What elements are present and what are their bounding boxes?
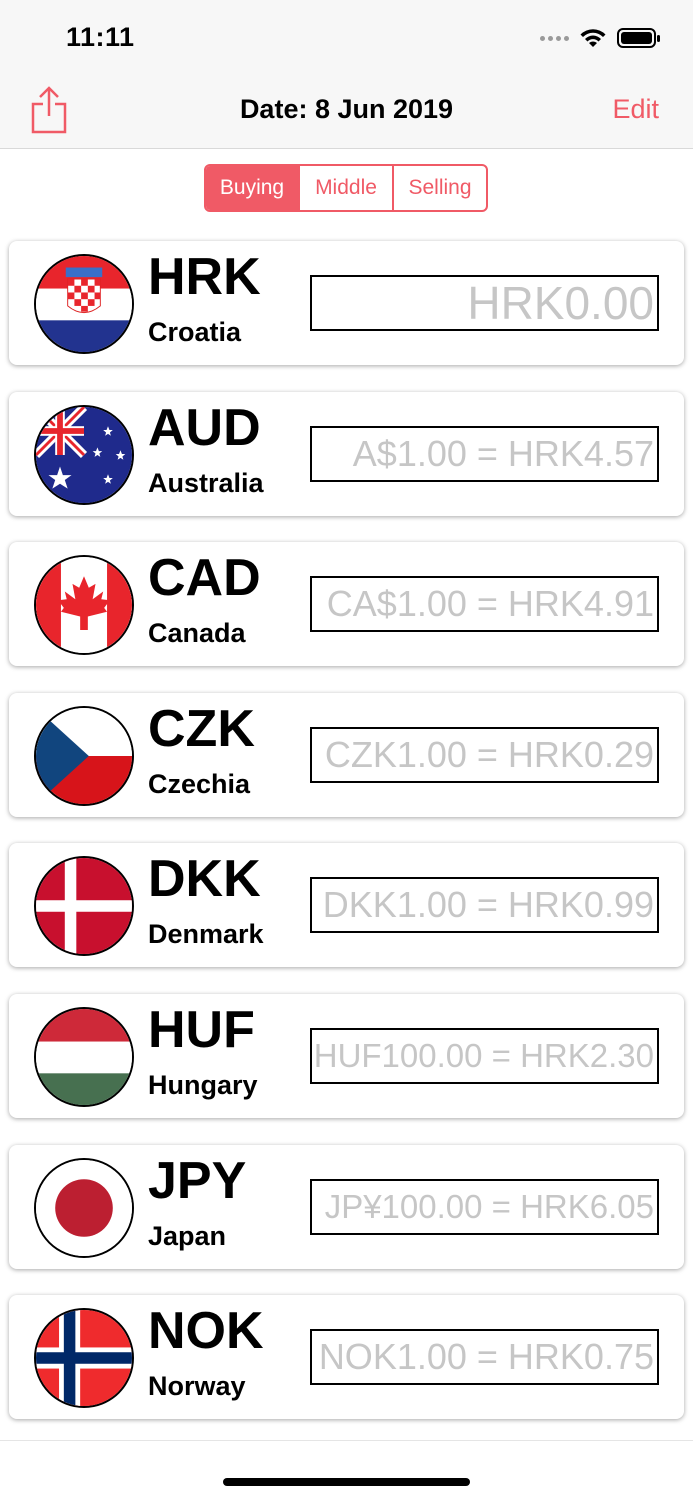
country-name: Japan: [148, 1221, 227, 1251]
segment-selling[interactable]: Selling: [392, 166, 486, 210]
currency-code: CZK: [148, 700, 255, 758]
czechia-flag-icon: [34, 706, 134, 806]
rate-placeholder: DKK1.00 = HRK0.99: [322, 884, 654, 925]
amount-placeholder: HRK0.00: [467, 277, 654, 329]
currency-code: DKK: [148, 850, 261, 908]
nav-title: Date: 8 Jun 2019: [239, 94, 454, 124]
norway-flag-icon: [34, 1308, 134, 1408]
country-name: Croatia: [148, 317, 242, 347]
amount-input[interactable]: A$1.00 = HRK4.57: [310, 426, 659, 482]
home-indicator: [223, 1478, 470, 1486]
country-name: Hungary: [148, 1070, 258, 1100]
amount-input[interactable]: CA$1.00 = HRK4.91: [310, 576, 659, 632]
japan-flag-icon: [34, 1158, 134, 1258]
currency-code: HRK: [148, 248, 261, 306]
navigation-bar: 11:11 Date: 8 Jun 2019 Edit: [0, 0, 693, 149]
country-name: Denmark: [148, 919, 264, 949]
croatia-flag-icon: [34, 254, 134, 354]
rate-placeholder: NOK1.00 = HRK0.75: [318, 1336, 654, 1377]
country-name: Czechia: [148, 769, 251, 799]
hungary-flag-icon: [34, 1007, 134, 1107]
rate-placeholder: CA$1.00 = HRK4.91: [326, 583, 654, 624]
denmark-flag-icon: [34, 856, 134, 956]
amount-input[interactable]: CZK1.00 = HRK0.29: [310, 727, 659, 783]
segment-buying[interactable]: Buying: [206, 166, 298, 210]
canada-flag-icon: [34, 555, 134, 655]
amount-input[interactable]: HUF100.00 = HRK2.30: [310, 1028, 659, 1084]
currency-row-aud[interactable]: AUD Australia A$1.00 = HRK4.57: [9, 392, 684, 516]
rate-placeholder: A$1.00 = HRK4.57: [352, 433, 654, 474]
currency-row-cad[interactable]: CAD Canada CA$1.00 = HRK4.91: [9, 542, 684, 666]
amount-input[interactable]: JP¥100.00 = HRK6.05: [310, 1179, 659, 1235]
status-icons: [540, 26, 661, 50]
status-time: 11:11: [66, 22, 135, 52]
segment-middle[interactable]: Middle: [298, 166, 392, 210]
currency-row-hrk[interactable]: HRK Croatia HRK0.00: [9, 241, 684, 365]
amount-input[interactable]: DKK1.00 = HRK0.99: [310, 877, 659, 933]
rate-placeholder: CZK1.00 = HRK0.29: [324, 734, 654, 775]
edit-button[interactable]: Edit: [612, 94, 659, 125]
battery-icon: [617, 28, 660, 48]
amount-input[interactable]: HRK0.00: [310, 275, 659, 331]
amount-input[interactable]: NOK1.00 = HRK0.75: [310, 1329, 659, 1385]
currency-row-nok[interactable]: NOK Norway NOK1.00 = HRK0.75: [9, 1295, 684, 1419]
currency-code: CAD: [148, 549, 261, 607]
country-name: Australia: [148, 468, 264, 498]
currency-row-czk[interactable]: CZK Czechia CZK1.00 = HRK0.29: [9, 693, 684, 817]
country-name: Canada: [148, 618, 246, 648]
australia-flag-icon: [34, 405, 134, 505]
currency-code: AUD: [148, 399, 261, 457]
currency-row-huf[interactable]: HUF Hungary HUF100.00 = HRK2.30: [9, 994, 684, 1118]
currency-code: NOK: [148, 1302, 264, 1360]
rate-type-segmented-control: Buying Middle Selling: [204, 164, 488, 212]
wifi-icon: [580, 29, 606, 47]
country-name: Norway: [148, 1371, 246, 1401]
cellular-signal-icon: [540, 35, 569, 41]
currency-row-jpy[interactable]: JPY Japan JP¥100.00 = HRK6.05: [9, 1145, 684, 1269]
rate-placeholder: JP¥100.00 = HRK6.05: [324, 1188, 654, 1225]
currency-code: JPY: [148, 1152, 247, 1210]
divider: [0, 1440, 693, 1441]
rate-placeholder: HUF100.00 = HRK2.30: [313, 1037, 654, 1074]
currency-code: HUF: [148, 1001, 255, 1059]
currency-row-dkk[interactable]: DKK Denmark DKK1.00 = HRK0.99: [9, 843, 684, 967]
